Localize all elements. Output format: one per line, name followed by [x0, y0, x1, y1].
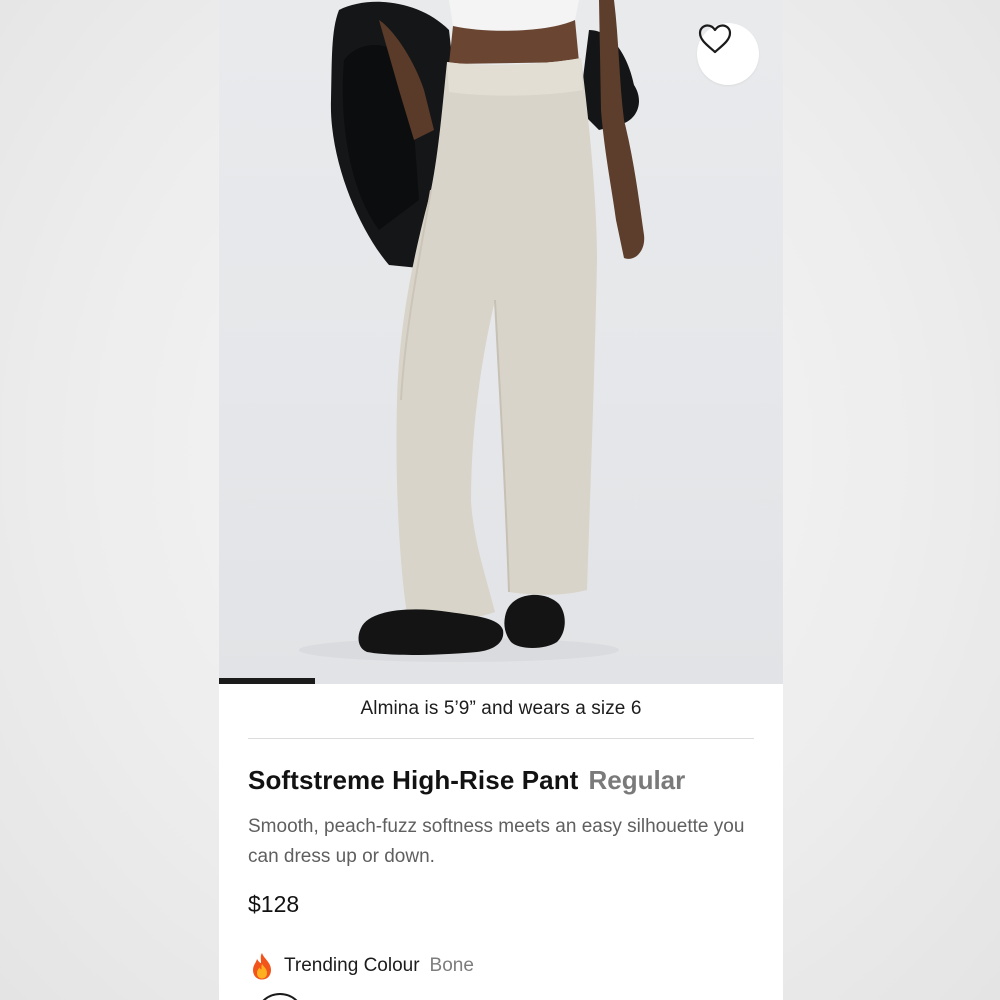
trending-colour-row: Trending Colour Bone — [248, 951, 474, 981]
model-size-note: Almina is 5’9” and wears a size 6 — [360, 698, 642, 719]
product-page: Almina is 5’9” and wears a size 6 Softst… — [219, 0, 783, 1000]
gallery-progress-bar — [219, 678, 783, 684]
trending-label: Trending Colour — [284, 955, 420, 976]
divider — [248, 738, 754, 739]
trending-colour-value: Bone — [429, 955, 474, 976]
product-image[interactable] — [219, 0, 783, 684]
favorite-button[interactable] — [697, 23, 759, 85]
product-fit: Regular — [588, 765, 686, 795]
product-description: Smooth, peach-fuzz softness meets an eas… — [248, 816, 745, 867]
product-photo-illustration — [299, 0, 645, 662]
heart-outline-icon — [698, 24, 732, 54]
colour-swatch[interactable] — [255, 993, 305, 1000]
gallery-progress-fill — [219, 678, 315, 684]
fire-icon — [253, 953, 271, 980]
product-price: $128 — [248, 891, 300, 917]
product-title: Softstreme High-Rise Pant Regular — [248, 765, 768, 796]
product-name: Softstreme High-Rise Pant — [248, 765, 579, 795]
